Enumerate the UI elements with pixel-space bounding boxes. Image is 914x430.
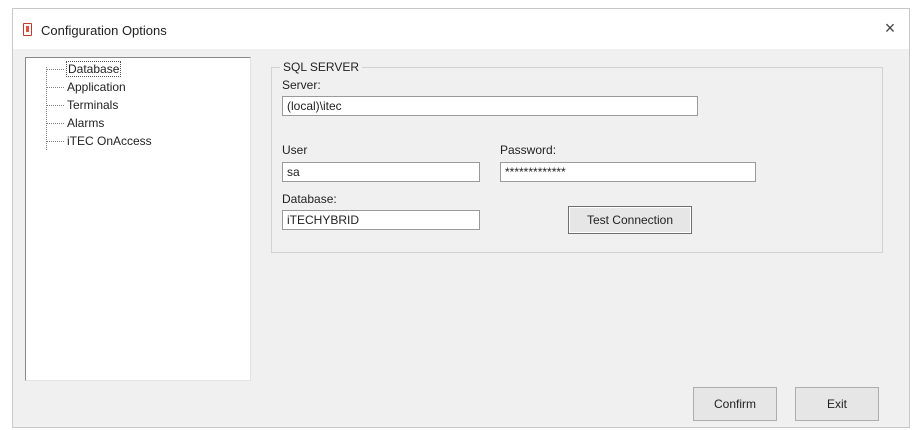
window-title: Configuration Options [41,23,167,38]
tree-item-label: Alarms [67,116,105,130]
server-input[interactable]: (local)\itec [282,96,698,116]
user-label: User [282,143,308,157]
password-input[interactable]: ************* [500,162,756,182]
database-input[interactable]: iTECHYBRID [282,210,480,230]
tree-item-database[interactable]: Database [46,60,122,78]
tree-item-itec-onaccess[interactable]: iTEC OnAccess [46,132,152,150]
server-label: Server: [282,78,321,92]
test-connection-button[interactable]: Test Connection [568,206,692,234]
app-icon [23,23,32,36]
options-tree[interactable]: Database Application Terminals Alarms iT… [25,57,251,381]
sql-server-group: SQL SERVER Server: (local)\itec User sa … [271,60,883,253]
tree-item-label: Database [65,61,122,77]
group-legend: SQL SERVER [280,60,363,74]
database-label: Database: [282,192,337,206]
tree-item-label: Terminals [67,98,119,112]
exit-button[interactable]: Exit [795,387,879,421]
title-bar: Configuration Options × [13,9,909,49]
user-input[interactable]: sa [282,162,480,182]
tree-item-application[interactable]: Application [46,78,126,96]
tree-item-label: Application [67,80,126,94]
close-icon[interactable]: × [879,17,901,39]
tree-item-alarms[interactable]: Alarms [46,114,104,132]
tree-item-label: iTEC OnAccess [67,134,152,148]
confirm-button[interactable]: Confirm [693,387,777,421]
configuration-window: Configuration Options × Database Applica… [12,8,910,428]
tree-item-terminals[interactable]: Terminals [46,96,118,114]
password-label: Password: [500,143,557,157]
